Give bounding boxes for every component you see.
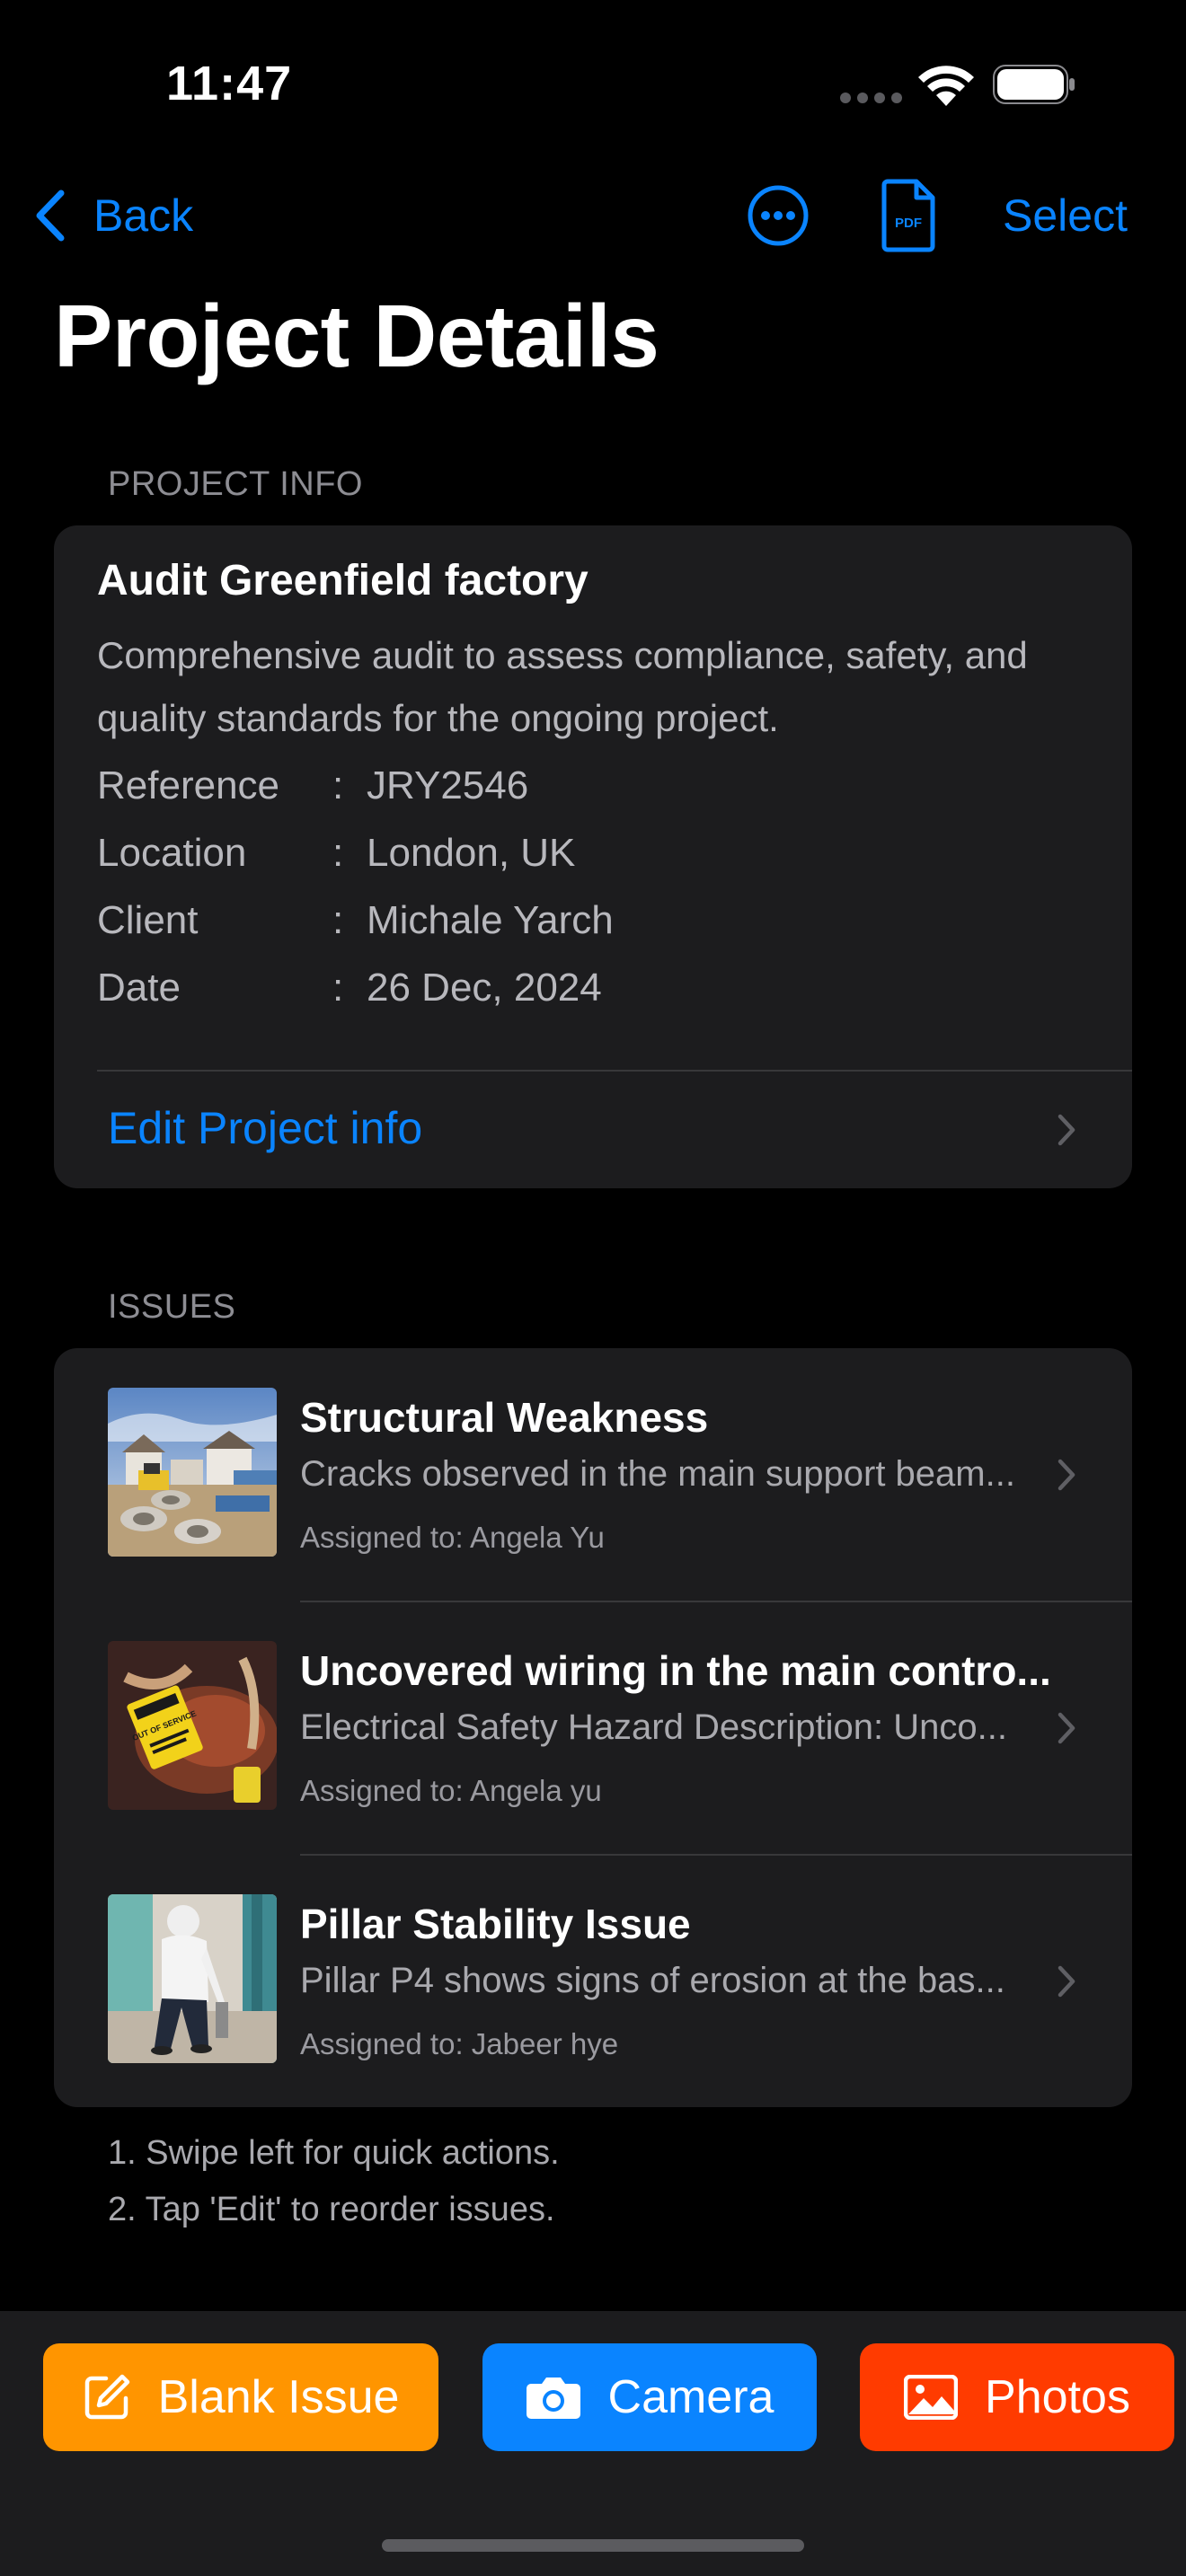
pdf-document-icon[interactable]: PDF (881, 178, 936, 253)
home-indicator (382, 2539, 804, 2552)
bottom-toolbar: Blank Issue Camera Photos (0, 2311, 1186, 2576)
chevron-right-icon (1058, 1459, 1075, 1491)
info-value: London, UK (367, 831, 576, 875)
cellular-signal-icon (840, 93, 902, 103)
status-bar: 11:47 (0, 0, 1186, 162)
issue-thumbnail (108, 1894, 277, 2063)
info-label: Client (97, 898, 199, 942)
issue-row-structural-weakness[interactable]: Structural Weakness Cracks observed in t… (54, 1348, 1132, 1601)
project-title: Audit Greenfield factory (97, 557, 589, 604)
ellipsis-circle-icon[interactable] (746, 183, 810, 248)
issue-title: Pillar Stability Issue (300, 1901, 691, 1947)
camera-icon (526, 2378, 580, 2419)
navigation-bar: Back PDF Select (0, 171, 1186, 260)
camera-button[interactable]: Camera (482, 2343, 817, 2451)
blank-issue-label: Blank Issue (157, 2371, 400, 2423)
status-time: 11:47 (166, 57, 293, 110)
info-separator: : (332, 966, 344, 1010)
info-label: Location (97, 831, 247, 875)
page-title: Project Details (54, 287, 659, 385)
chevron-right-icon (1058, 1965, 1075, 1998)
edit-project-info-row[interactable]: Edit Project info (54, 1072, 1132, 1188)
edit-project-info-label: Edit Project info (108, 1103, 423, 1153)
info-label: Reference (97, 763, 280, 807)
photos-label: Photos (985, 2371, 1130, 2423)
issue-description: Cracks observed in the main support beam… (300, 1454, 1015, 1494)
issue-assignee: Assigned to: Jabeer hye (300, 2027, 619, 2060)
issue-title: Uncovered wiring in the main contro... (300, 1647, 1051, 1694)
info-value: 26 Dec, 2024 (367, 966, 602, 1010)
compose-icon (84, 2374, 129, 2420)
chevron-left-icon (36, 190, 65, 242)
battery-icon (993, 65, 1075, 104)
issues-card: Structural Weakness Cracks observed in t… (54, 1348, 1132, 2107)
project-description: Comprehensive audit to assess compliance… (97, 634, 1028, 739)
issue-assignee: Assigned to: Angela yu (300, 1774, 602, 1807)
select-button[interactable]: Select (1003, 183, 1128, 248)
issue-description: Pillar P4 shows signs of erosion at the … (300, 1961, 1005, 2000)
info-separator: : (332, 831, 344, 875)
hint-reorder: 2. Tap 'Edit' to reorder issues. (108, 2191, 555, 2228)
issue-row-uncovered-wiring[interactable]: OUT OF SERVICE Uncovered wiring in the m… (54, 1601, 1132, 1855)
info-value: JRY2546 (367, 763, 529, 807)
issue-assignee: Assigned to: Angela Yu (300, 1521, 605, 1554)
info-separator: : (332, 763, 344, 807)
issue-description: Electrical Safety Hazard Description: Un… (300, 1707, 1007, 1747)
info-value: Michale Yarch (367, 898, 614, 942)
photos-button[interactable]: Photos (860, 2343, 1174, 2451)
hint-swipe: 1. Swipe left for quick actions. (108, 2134, 560, 2172)
project-info-card: Audit Greenfield factory Comprehensive a… (54, 525, 1132, 1188)
back-label: Back (93, 190, 194, 241)
info-separator: : (332, 898, 344, 942)
camera-label: Camera (607, 2371, 774, 2423)
info-label: Date (97, 966, 181, 1010)
wifi-icon (918, 66, 974, 106)
pdf-badge: PDF (895, 216, 922, 231)
issue-thumbnail: OUT OF SERVICE (108, 1641, 277, 1810)
issue-row-pillar-stability[interactable]: Pillar Stability Issue Pillar P4 shows s… (54, 1855, 1132, 2107)
issues-header: ISSUES (108, 1288, 236, 1326)
issue-thumbnail (108, 1388, 277, 1557)
photo-icon (904, 2375, 959, 2420)
chevron-right-icon (1058, 1712, 1075, 1744)
issue-title: Structural Weakness (300, 1394, 709, 1441)
blank-issue-button[interactable]: Blank Issue (43, 2343, 438, 2451)
chevron-right-icon (1058, 1114, 1075, 1146)
back-button[interactable]: Back (32, 183, 193, 248)
project-info-header: PROJECT INFO (108, 465, 363, 503)
